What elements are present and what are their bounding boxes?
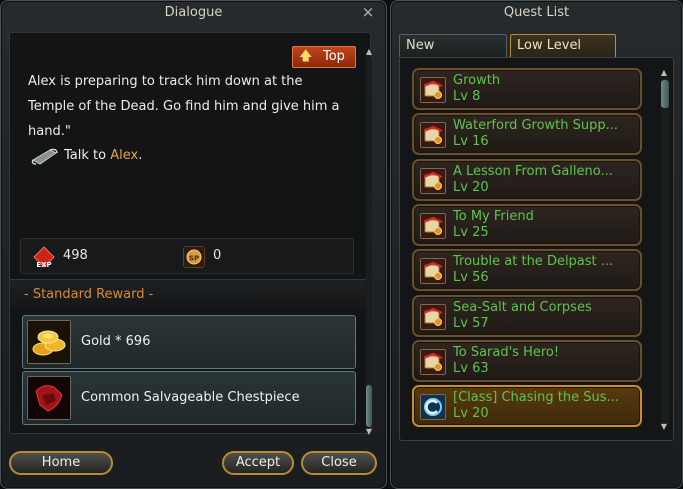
- objective-text: Talk to Alex.: [64, 148, 142, 163]
- scroll-up-icon[interactable]: ▲: [365, 47, 373, 57]
- quest-level: Lv 57: [453, 315, 489, 331]
- reward-label: Gold * 696: [81, 334, 151, 349]
- tab-low-level[interactable]: Low Level: [510, 34, 616, 57]
- quest-name: Waterford Growth Supp...: [453, 118, 619, 134]
- objective-suffix: .: [138, 148, 143, 163]
- quest-item[interactable]: Waterford Growth Supp... Lv 16: [412, 113, 642, 156]
- quest-list-panel: Growth Lv 8 Waterford Growth Supp... Lv 16 A…: [399, 57, 674, 441]
- quest-name: To My Friend: [453, 208, 534, 224]
- close-button[interactable]: Close: [301, 451, 377, 475]
- quest-level: Lv 8: [453, 89, 481, 104]
- quest-level: Lv 20: [453, 179, 489, 195]
- npc-name[interactable]: Alex: [110, 148, 138, 163]
- quest-list-scrollbar[interactable]: ▲ ▼: [661, 68, 669, 432]
- scroll-track[interactable]: [366, 57, 372, 427]
- quest-name: Sea-Salt and Corpses: [453, 299, 592, 315]
- dialogue-text: Alex is preparing to track him down at t…: [28, 74, 340, 139]
- quest-name: Growth: [453, 73, 501, 88]
- quest-level: Lv 25: [453, 224, 489, 240]
- dialogue-title: Dialogue: [164, 5, 223, 20]
- reward-item-gold[interactable]: Gold * 696: [22, 315, 356, 369]
- scroll-icon: [31, 148, 58, 165]
- scroll-thumb[interactable]: [661, 80, 669, 108]
- arrow-up-icon: 🡅: [299, 49, 313, 64]
- quest-item[interactable]: Growth Lv 8: [412, 68, 642, 110]
- tab-new[interactable]: New: [399, 34, 507, 57]
- quest-level: Lv 20: [453, 406, 489, 422]
- dialogue-window: Dialogue × 🡅 Top Alex is preparing to tr…: [0, 0, 387, 489]
- exp-icon: EXP: [33, 246, 55, 269]
- quest-scroll-icon: [420, 167, 446, 194]
- top-button-label: Top: [323, 49, 345, 64]
- quest-name: Trouble at the Delpast ...: [453, 254, 614, 270]
- accept-button[interactable]: Accept: [222, 451, 294, 475]
- scroll-down-icon[interactable]: ▼: [365, 427, 373, 437]
- reward-stats: EXP 498 SP 0: [20, 238, 354, 274]
- quest-scroll-icon: [420, 303, 446, 330]
- quest-list-window: Quest List New Low Level Growth Lv 8 Water…: [390, 0, 683, 489]
- quest-level: Lv 16: [453, 134, 489, 150]
- top-button[interactable]: 🡅 Top: [292, 46, 356, 68]
- sp-icon: SP: [183, 246, 205, 268]
- quest-name: [Class] Chasing the Sus...: [453, 390, 619, 406]
- svg-text:SP: SP: [189, 255, 199, 263]
- quest-item[interactable]: Sea-Salt and Corpses Lv 57: [412, 294, 642, 337]
- class-quest-icon: [420, 394, 446, 421]
- scroll-track[interactable]: [661, 78, 669, 424]
- dialogue-content-panel: 🡅 Top Alex is preparing to track him dow…: [9, 32, 373, 436]
- quest-item[interactable]: [Class] Chasing the Sus... Lv 20: [412, 385, 642, 428]
- quest-level: Lv 56: [453, 270, 489, 286]
- gold-coins-icon: [27, 320, 71, 364]
- quest-scroll-icon: [420, 258, 446, 285]
- quest-item[interactable]: To My Friend Lv 25: [412, 203, 642, 246]
- reward-item-chestpiece[interactable]: Common Salvageable Chestpiece: [22, 371, 356, 425]
- scroll-up-icon[interactable]: ▲: [660, 68, 668, 78]
- home-button[interactable]: Home: [9, 451, 113, 475]
- objective-prefix: Talk to: [64, 148, 111, 163]
- svg-text:EXP: EXP: [36, 261, 51, 269]
- quest-name: A Lesson From Galleno...: [453, 163, 613, 179]
- scroll-down-icon[interactable]: ▼: [660, 422, 668, 432]
- quest-scroll-icon: [420, 77, 446, 103]
- scroll-thumb[interactable]: [366, 385, 372, 427]
- chestpiece-icon: [27, 376, 71, 420]
- sp-value: 0: [213, 248, 222, 263]
- exp-value: 498: [63, 248, 88, 263]
- quest-scroll-icon: [420, 122, 446, 149]
- quest-item[interactable]: To Sarad's Hero! Lv 63: [412, 339, 642, 382]
- close-icon[interactable]: ×: [360, 4, 376, 20]
- quest-level: Lv 63: [453, 360, 489, 376]
- quest-name: To Sarad's Hero!: [453, 344, 560, 360]
- quest-list-title: Quest List: [503, 5, 570, 20]
- quest-item[interactable]: Trouble at the Delpast ... Lv 56: [412, 249, 642, 292]
- reward-label: Common Salvageable Chestpiece: [81, 390, 300, 405]
- quest-scroll-icon: [420, 212, 446, 239]
- quest-item[interactable]: A Lesson From Galleno... Lv 20: [412, 158, 642, 201]
- reward-header: - Standard Reward -: [10, 279, 370, 309]
- dialogue-scrollbar[interactable]: ▲ ▼: [365, 47, 373, 436]
- quest-scroll-icon: [420, 348, 446, 375]
- reward-header-label: - Standard Reward -: [24, 287, 154, 302]
